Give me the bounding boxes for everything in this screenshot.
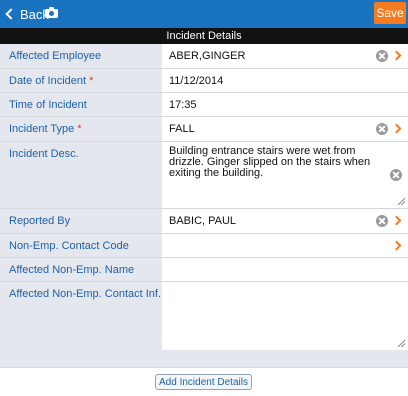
add-incident-details-button[interactable]: Add Incident Details [155,374,252,390]
non-emp-contact-code-label: Non-Emp. Contact Code [0,234,162,257]
affected-non-emp-name-label: Affected Non-Emp. Name [0,258,162,281]
clear-icon[interactable] [390,169,402,181]
camera-icon[interactable] [45,7,58,18]
affected-employee-value: ABER,GINGER [169,50,246,62]
incident-type-field[interactable]: FALL [162,117,408,141]
footer: Add Incident Details [0,368,408,396]
incident-desc-label: Incident Desc. [0,142,162,208]
affected-employee-field[interactable]: ABER,GINGER [162,44,408,68]
date-of-incident-label: Date of Incident * [0,69,162,92]
reported-by-label: Reported By [0,209,162,233]
reported-by-value: BABIC, PAUL [169,215,237,227]
clear-icon[interactable] [376,215,388,227]
affected-non-emp-name-field[interactable] [162,258,408,281]
required-marker: * [89,75,94,87]
date-of-incident-field[interactable]: 11/12/2014 [162,69,408,92]
clear-icon[interactable] [376,50,388,62]
chevron-right-icon[interactable] [391,50,402,61]
affected-employee-label: Affected Employee [0,44,162,68]
chevron-right-icon[interactable] [391,123,402,134]
chevron-left-icon [5,8,17,20]
time-of-incident-field[interactable]: 17:35 [162,93,408,116]
section-title: Incident Details [0,28,408,44]
resize-grip-icon[interactable] [398,340,405,347]
non-emp-contact-code-field[interactable] [162,234,408,257]
back-button[interactable]: Back [4,5,49,23]
chevron-right-icon[interactable] [391,240,402,251]
save-button[interactable]: Save [374,2,406,24]
incident-desc-textarea[interactable]: Building entrance stairs were wet from d… [162,142,408,208]
incident-desc-row[interactable]: Incident Desc. Building entrance stairs … [0,142,408,209]
incident-type-value: FALL [169,123,195,135]
date-of-incident-label-text: Date of Incident [9,75,87,87]
time-of-incident-label: Time of Incident [0,93,162,116]
required-marker: * [77,123,82,135]
affected-non-emp-contact-inf-textarea[interactable] [162,282,408,350]
incident-type-label: Incident Type * [0,117,162,141]
reported-by-row[interactable]: Reported By BABIC, PAUL [0,209,408,234]
resize-grip-icon[interactable] [398,198,405,205]
chevron-right-icon[interactable] [391,215,402,226]
incident-desc-value: Building entrance stairs were wet from d… [169,145,371,179]
time-of-incident-row[interactable]: Time of Incident 17:35 [0,93,408,117]
time-of-incident-value: 17:35 [169,99,197,111]
non-emp-contact-code-row[interactable]: Non-Emp. Contact Code [0,234,408,258]
incident-type-label-text: Incident Type [9,123,75,135]
affected-non-emp-name-row[interactable]: Affected Non-Emp. Name [0,258,408,282]
date-of-incident-row[interactable]: Date of Incident * 11/12/2014 [0,69,408,93]
clear-icon[interactable] [376,123,388,135]
affected-non-emp-contact-inf-label: Affected Non-Emp. Contact Inf. [0,282,162,350]
date-of-incident-value: 11/12/2014 [169,75,224,87]
affected-employee-row[interactable]: Affected Employee ABER,GINGER [0,44,408,69]
reported-by-field[interactable]: BABIC, PAUL [162,209,408,233]
form-spacer [0,350,408,368]
incident-form: Affected Employee ABER,GINGER Date of In… [0,44,408,350]
affected-non-emp-contact-inf-row[interactable]: Affected Non-Emp. Contact Inf. [0,282,408,350]
incident-type-row[interactable]: Incident Type * FALL [0,117,408,142]
top-bar: Back Save [0,0,408,28]
